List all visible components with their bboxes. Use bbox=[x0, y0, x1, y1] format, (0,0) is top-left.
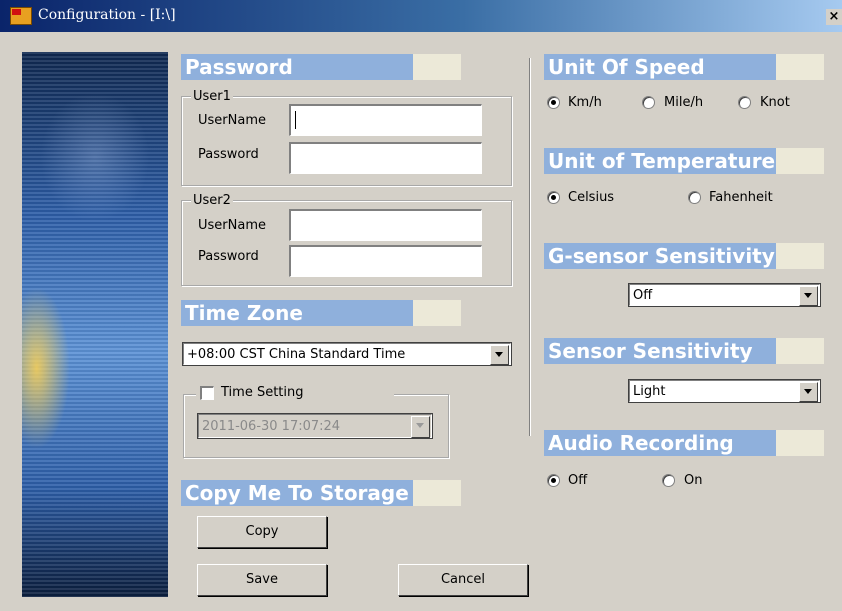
vertical-divider bbox=[529, 58, 531, 436]
time-zone-value: +08:00 CST China Standard Time bbox=[187, 347, 406, 362]
time-zone-heading: Time Zone bbox=[181, 300, 461, 326]
sensor-sensitivity-heading: Sensor Sensitivity bbox=[544, 338, 824, 364]
unit-of-temperature-heading: Unit of Temperature bbox=[544, 148, 824, 174]
user1-password-input[interactable] bbox=[289, 142, 482, 174]
close-button[interactable]: × bbox=[826, 9, 842, 25]
copy-button[interactable]: Copy bbox=[197, 516, 327, 548]
car-app-icon bbox=[10, 7, 32, 25]
speed-knot-label: Knot bbox=[760, 95, 790, 110]
user1-username-label: UserName bbox=[198, 113, 266, 128]
password-heading: Password bbox=[181, 54, 461, 80]
g-sensor-heading: G-sensor Sensitivity bbox=[544, 243, 824, 269]
user2-legend: User2 bbox=[191, 193, 233, 208]
g-sensor-value: Off bbox=[633, 288, 653, 303]
chevron-down-icon[interactable] bbox=[799, 286, 818, 306]
chevron-down-icon[interactable] bbox=[799, 382, 818, 402]
user2-username-label: UserName bbox=[198, 218, 266, 233]
time-zone-select[interactable]: +08:00 CST China Standard Time bbox=[182, 342, 512, 366]
speed-knot-radio[interactable] bbox=[738, 96, 751, 109]
sensor-sensitivity-select[interactable]: Light bbox=[628, 379, 821, 403]
user2-password-label: Password bbox=[198, 249, 259, 264]
audio-on-radio[interactable] bbox=[662, 474, 675, 487]
audio-off-label: Off bbox=[568, 473, 588, 488]
audio-off-radio[interactable] bbox=[547, 474, 560, 487]
title-bar: Configuration - [I:\] × bbox=[0, 0, 842, 32]
speed-mileh-radio[interactable] bbox=[642, 96, 655, 109]
user1-username-input[interactable] bbox=[289, 104, 482, 136]
user1-password-label: Password bbox=[198, 147, 259, 162]
time-setting-checkbox[interactable] bbox=[200, 386, 214, 400]
temp-celsius-label: Celsius bbox=[568, 190, 615, 205]
speed-kmh-radio[interactable] bbox=[547, 96, 560, 109]
user2-username-input[interactable] bbox=[289, 209, 482, 241]
cancel-button[interactable]: Cancel bbox=[398, 564, 528, 596]
window-title: Configuration - [I:\] bbox=[38, 7, 176, 23]
chevron-down-icon[interactable] bbox=[490, 345, 509, 365]
audio-on-label: On bbox=[684, 473, 703, 488]
user2-password-input[interactable] bbox=[289, 245, 482, 277]
save-button[interactable]: Save bbox=[197, 564, 327, 596]
datetime-value: 2011-06-30 17:07:24 bbox=[202, 419, 341, 434]
time-setting-label: Time Setting bbox=[221, 385, 304, 400]
speed-kmh-label: Km/h bbox=[568, 95, 602, 110]
chevron-down-icon[interactable] bbox=[411, 416, 430, 438]
side-banner-image bbox=[22, 52, 168, 597]
speed-mileh-label: Mile/h bbox=[664, 95, 704, 110]
user1-legend: User1 bbox=[191, 89, 233, 104]
g-sensor-select[interactable]: Off bbox=[628, 283, 821, 307]
temp-fahrenheit-label: Fahenheit bbox=[709, 190, 773, 205]
datetime-picker[interactable]: 2011-06-30 17:07:24 bbox=[197, 413, 433, 439]
unit-of-speed-heading: Unit Of Speed bbox=[544, 54, 824, 80]
sensor-sensitivity-value: Light bbox=[633, 384, 666, 399]
audio-recording-heading: Audio Recording bbox=[544, 430, 824, 456]
copy-heading: Copy Me To Storage bbox=[181, 480, 461, 506]
temp-fahrenheit-radio[interactable] bbox=[688, 191, 701, 204]
temp-celsius-radio[interactable] bbox=[547, 191, 560, 204]
